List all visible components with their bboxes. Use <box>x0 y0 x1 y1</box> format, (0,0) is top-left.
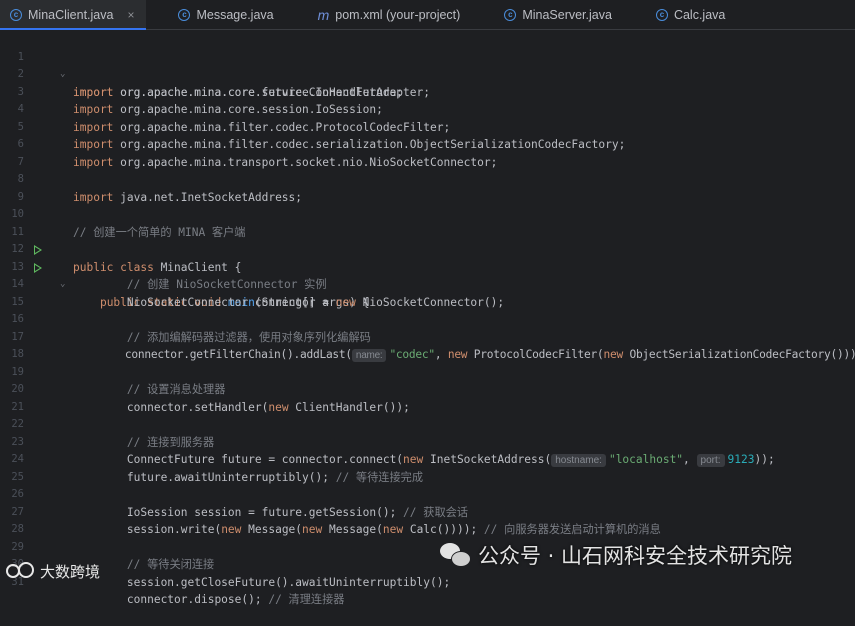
code-line: 22 // 连接到服务器 <box>0 399 855 449</box>
code-line: 7 <box>0 136 855 168</box>
tab-label: Message.java <box>196 7 274 22</box>
code-line: 29 // 等待关闭连接 <box>0 521 855 572</box>
logo-icon <box>6 560 34 582</box>
code-line: 15 <box>0 276 855 308</box>
code-line: 27 session.write(new Message(new Message… <box>0 486 855 537</box>
code-line: 9 <box>0 171 855 203</box>
code-line: 3 import org.apache.mina.core.session.Io… <box>0 66 855 117</box>
watermark-text: 公众号 · 山石网科安全技术研究院 <box>478 544 793 568</box>
code-line: 24 future.awaitUninterruptibly(); // 等待连… <box>0 434 855 484</box>
code-line: 6 import org.apache.mina.transport.socke… <box>0 119 855 169</box>
editor-tab-bar: c MinaClient.java × c Message.java m pom… <box>0 0 855 30</box>
tab-label: MinaClient.java <box>28 7 114 22</box>
code-line: 8 import java.net.InetSocketAddress; <box>0 154 855 204</box>
watermark-wechat: 公众号 · 山石网科安全技术研究院 <box>440 540 792 570</box>
close-icon[interactable]: × <box>127 8 134 22</box>
watermark-logo: 大数跨境 <box>6 560 100 582</box>
tab-pom[interactable]: m pom.xml (your-project) <box>308 0 473 29</box>
code-line: 25 <box>0 451 855 483</box>
code-line: 21 <box>0 381 855 413</box>
code-line: 5 import org.apache.mina.filter.codec.se… <box>0 101 855 152</box>
code-line: 19 // 设置消息处理器 <box>0 346 855 397</box>
class-icon: c <box>504 8 517 21</box>
code-line: 13 // 创建 NioSocketConnector 实例 <box>0 241 855 292</box>
maven-icon: m <box>317 6 330 23</box>
tab-message[interactable]: c Message.java <box>168 0 285 29</box>
code-line: 18 <box>0 329 855 360</box>
code-line: 17 connector.getFilterChain().addLast(na… <box>0 311 855 362</box>
class-icon: c <box>178 8 191 21</box>
tab-label: Calc.java <box>673 7 726 22</box>
class-icon: c <box>655 8 668 21</box>
tab-label: pom.xml (your-project) <box>335 7 461 22</box>
watermark-text: 大数跨境 <box>40 562 101 581</box>
code-line: 1 ⌄ import org.apache.mina.core.future.C… <box>0 31 855 99</box>
code-line: 16 // 添加编解码器过滤器，使用对象序列化编解码 <box>0 294 855 344</box>
code-line: 11 public class MinaClient { <box>0 206 855 274</box>
tab-calc[interactable]: c Calc.java <box>646 0 737 29</box>
code-line: 23 ConnectFuture future = connector.conn… <box>0 416 855 467</box>
code-line: 20 connector.setHandler(new ClientHandle… <box>0 364 855 414</box>
code-line: 28 <box>0 504 855 535</box>
tab-label: MinaServer.java <box>522 7 612 22</box>
class-icon: c <box>10 8 22 21</box>
code-line: 12 ⌄ public static void main(String[] ar… <box>0 224 855 309</box>
code-line: 4 import org.apache.mina.filter.codec.Pr… <box>0 84 855 134</box>
code-line: 2 import org.apache.mina.core.service.Io… <box>0 49 855 99</box>
code-editor[interactable]: 1 ⌄ import org.apache.mina.core.future.C… <box>0 30 855 607</box>
code-line: 14 NioSocketConnector connector = new Ni… <box>0 259 855 309</box>
code-line: 26 IoSession session = future.getSession… <box>0 469 855 519</box>
wechat-icon <box>440 543 471 567</box>
code-line: 10 // 创建一个简单的 MINA 客户端 <box>0 189 855 239</box>
tab-minaserver[interactable]: c MinaServer.java <box>494 0 624 29</box>
tab-minaclient[interactable]: c MinaClient.java × <box>0 0 147 30</box>
